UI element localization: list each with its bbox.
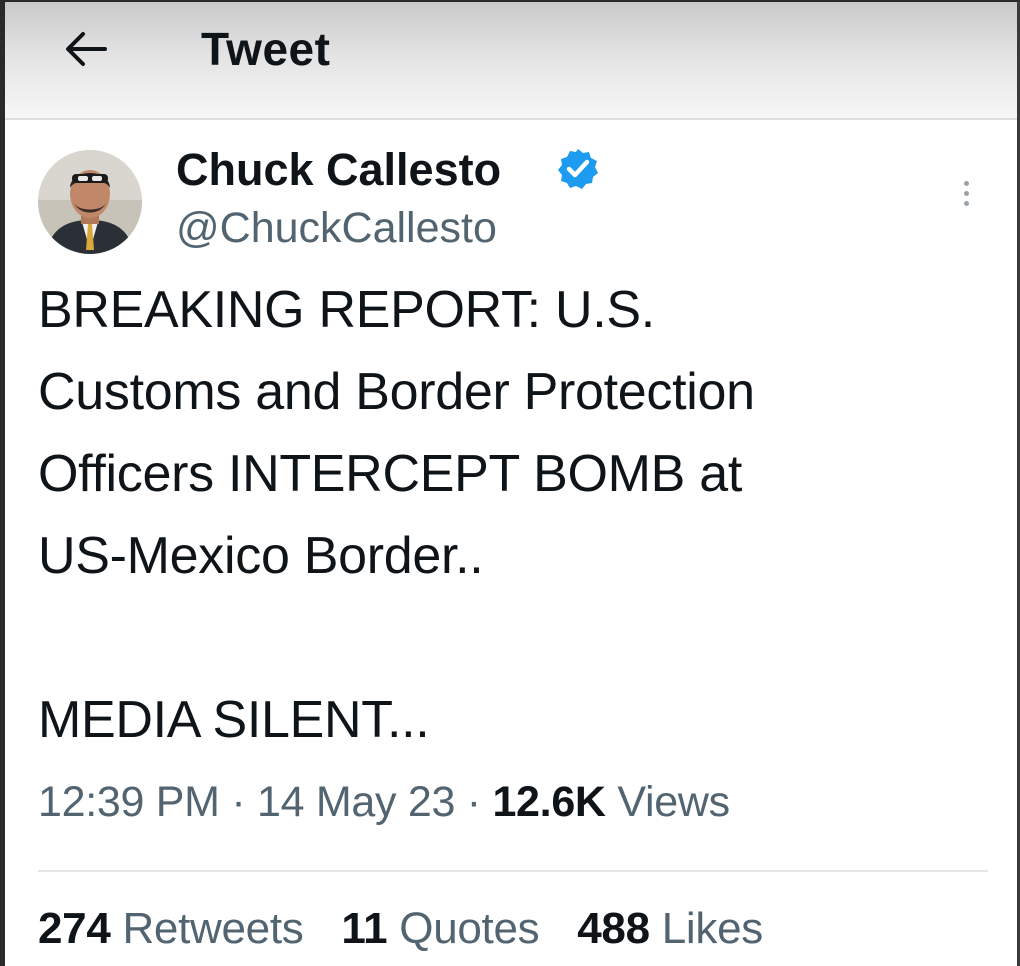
separator-dot: · bbox=[231, 778, 246, 826]
quotes-label: Quotes bbox=[399, 904, 540, 953]
likes-label: Likes bbox=[661, 904, 764, 953]
author-name[interactable]: Chuck Callesto bbox=[176, 144, 501, 196]
likes-count: 488 bbox=[577, 904, 650, 953]
more-options-button[interactable] bbox=[948, 170, 984, 216]
tweet-text-line: Officers INTERCEPT BOMB at bbox=[38, 445, 742, 503]
views-count: 12.6K bbox=[492, 778, 606, 826]
divider bbox=[38, 870, 988, 872]
separator-dot: · bbox=[466, 778, 481, 826]
avatar[interactable] bbox=[38, 150, 142, 254]
views-label: Views bbox=[617, 778, 730, 826]
tweet-text-line: MEDIA SILENT... bbox=[38, 691, 430, 749]
tweet-text-line: US-Mexico Border.. bbox=[38, 527, 484, 585]
tweet-metadata: 12:39 PM · 14 May 23 · 12.6K Views bbox=[38, 778, 730, 827]
avatar-image bbox=[38, 150, 142, 254]
back-button[interactable] bbox=[57, 24, 113, 74]
retweets-count: 274 bbox=[38, 904, 111, 953]
arrow-left-icon bbox=[66, 32, 107, 66]
tweet-stats: 274 Retweets 11 Quotes 488 Likes bbox=[38, 904, 789, 954]
more-vertical-icon-dot bbox=[963, 200, 969, 206]
verified-badge-icon bbox=[558, 149, 598, 189]
quotes-stat[interactable]: 11 Quotes bbox=[341, 904, 551, 953]
tweet-date[interactable]: 14 May 23 bbox=[257, 778, 455, 826]
more-vertical-icon-dot bbox=[963, 190, 969, 196]
more-vertical-icon-dot bbox=[963, 180, 969, 186]
retweets-label: Retweets bbox=[122, 904, 304, 953]
tweet-text-line: BREAKING REPORT: U.S. bbox=[38, 281, 655, 339]
tweet-text-line: Customs and Border Protection bbox=[38, 363, 755, 421]
page-title: Tweet bbox=[201, 23, 331, 75]
retweets-stat[interactable]: 274 Retweets bbox=[38, 904, 315, 953]
tweet-time[interactable]: 12:39 PM bbox=[38, 778, 220, 826]
quotes-count: 11 bbox=[341, 904, 388, 953]
likes-stat[interactable]: 488 Likes bbox=[577, 904, 763, 953]
top-bar: Tweet bbox=[5, 2, 1017, 120]
author-handle[interactable]: @ChuckCallesto bbox=[176, 204, 497, 253]
